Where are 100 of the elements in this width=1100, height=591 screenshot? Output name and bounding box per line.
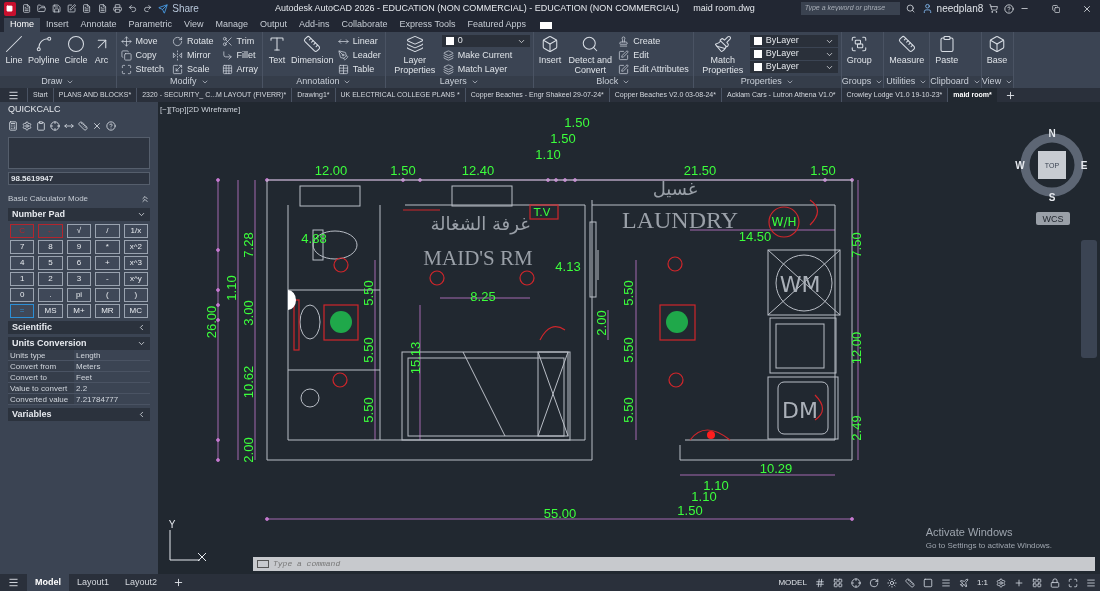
help-icon[interactable] [106,120,116,131]
panel-title[interactable]: Modify [116,76,263,88]
workspace-icon[interactable] [539,22,552,29]
ribbon-tab[interactable]: Parametric [122,18,179,32]
calculator-key[interactable]: MS [38,304,63,318]
ribbon-tool-button[interactable]: Leader [336,49,382,62]
save-icon[interactable] [52,3,62,14]
ribbon-dropdown[interactable]: 0 [441,35,530,47]
ribbon-tool-button[interactable]: Group [844,34,874,65]
grid-icon[interactable] [814,577,825,588]
calculator-key[interactable]: MC [123,304,148,318]
plus-icon[interactable] [1014,577,1024,588]
ribbon-tool-button[interactable]: Layer Properties [388,34,441,75]
ribbon-tool-button[interactable]: Rotate [171,35,215,48]
ribbon-tab[interactable]: Insert [40,18,75,32]
viewport-label[interactable]: [−][Top][2D Wireframe] [160,104,241,116]
new-tab-icon[interactable] [1004,89,1016,101]
ribbon-tool-button[interactable]: Base [984,34,1010,65]
calculator-key[interactable]: - [95,272,120,286]
panel-title[interactable]: Layers [385,76,533,88]
ribbon-tool-button[interactable]: Move [119,35,166,48]
calculator-key[interactable]: 5 [38,256,63,270]
command-menu-icon[interactable] [257,560,269,568]
model-space-button[interactable]: MODEL [774,576,811,589]
restore-icon[interactable] [1051,3,1060,14]
lineweight-icon[interactable] [940,577,951,588]
command-input[interactable]: Type a command [273,558,1091,570]
ribbon-tool-button[interactable]: Linear [336,35,382,48]
ribbon-tool-button[interactable]: Arc [90,34,113,65]
ribbon-dropdown[interactable]: ByLayer [749,48,838,60]
ribbon-tool-button[interactable]: Scale [171,63,215,76]
gear-icon[interactable] [22,120,32,131]
ribbon-tab[interactable]: Express Tools [393,18,462,32]
calculator-key[interactable]: 0 [10,288,35,302]
document-icon[interactable] [82,3,92,14]
panel-title[interactable]: Properties [693,76,841,88]
ribbon-tool-button[interactable]: Dimension [289,34,336,65]
ribbon-tool-button[interactable]: Measure [887,34,927,65]
calculator-key[interactable]: 1 [10,272,35,286]
calculator-key[interactable]: x^3 [123,256,148,270]
panel-title[interactable]: Utilities [884,76,930,88]
calculator-key[interactable]: / [95,224,120,238]
collapse-icon[interactable] [140,193,150,204]
panel-title[interactable]: Clipboard [930,76,981,88]
section-header[interactable]: Variables [8,408,150,421]
user-menu[interactable]: needplan8 [921,1,984,16]
panel-title[interactable]: Groups [841,76,884,88]
object-snap-icon[interactable] [922,577,933,588]
calculator-key[interactable]: √ [66,224,92,238]
cart-icon[interactable] [989,3,999,14]
ribbon-tool-button[interactable]: Paste [933,34,961,65]
section-header[interactable]: Units Conversion [8,337,150,350]
ribbon-tool-button[interactable]: Match Layer [441,63,530,76]
ribbon-tool-button[interactable]: Text [266,34,289,65]
ribbon-tool-button[interactable]: Edit [617,49,690,62]
gear-icon[interactable] [996,577,1006,588]
layout-tab[interactable]: Layout2 [117,574,166,591]
calculator-key[interactable]: ) [123,288,148,302]
ribbon-tool-button[interactable]: Mirror [171,49,215,62]
ribbon-tool-button[interactable]: Match Properties [696,34,749,75]
ribbon-tab[interactable]: View [178,18,210,32]
ribbon-tool-button[interactable]: Fillet [220,49,260,62]
undo-icon[interactable] [127,3,138,14]
calculator-key[interactable]: ( [95,288,120,302]
calculator-key[interactable]: 7 [10,240,35,254]
calculator-key[interactable]: x^2 [123,240,148,254]
ribbon-tool-button[interactable]: Copy [119,49,166,62]
share-button[interactable]: Share [158,1,199,16]
calculator-key[interactable]: 1/x [123,224,148,238]
property-value[interactable]: Length [74,350,150,360]
menu-icon[interactable] [8,577,19,588]
ribbon-tool-button[interactable]: Create [617,35,690,48]
ucs-menu-label[interactable]: WCS [1042,214,1064,224]
ribbon-tool-button[interactable]: Polyline [26,34,62,65]
redo-icon[interactable] [143,3,153,14]
print-icon[interactable] [112,3,122,14]
panel-title[interactable]: View [981,76,1014,88]
section-header[interactable]: Scientific [8,321,150,334]
ribbon-tool-button[interactable]: Table [336,63,382,76]
calculator-key[interactable]: 9 [66,240,92,254]
calculator-key[interactable]: 3 [66,272,92,286]
ribbon-tool-button[interactable]: Array [220,63,260,76]
calculator-key[interactable]: + [95,256,120,270]
ribbon-tool-button[interactable]: Stretch [119,63,166,76]
menu-icon[interactable] [8,89,19,101]
layout-tab[interactable]: Layout1 [69,574,118,591]
calculator-key[interactable]: 8 [38,240,63,254]
save-as-icon[interactable] [67,3,77,14]
ribbon-tool-button[interactable]: Insert [536,34,564,65]
add-layout-icon[interactable] [173,577,185,588]
section-header[interactable]: Number Pad [8,208,150,221]
ribbon-tab[interactable]: Collaborate [335,18,394,32]
fullscreen-icon[interactable] [1068,577,1078,588]
calculator-key[interactable]: 6 [66,256,92,270]
property-value[interactable]: Feet [74,372,150,382]
ribbon-tab[interactable]: Featured Apps [461,18,532,32]
crosshair-icon[interactable] [50,120,60,131]
ribbon-tab[interactable]: Manage [209,18,254,32]
panel-title[interactable]: Block [533,76,693,88]
customize-icon[interactable] [1086,577,1096,588]
